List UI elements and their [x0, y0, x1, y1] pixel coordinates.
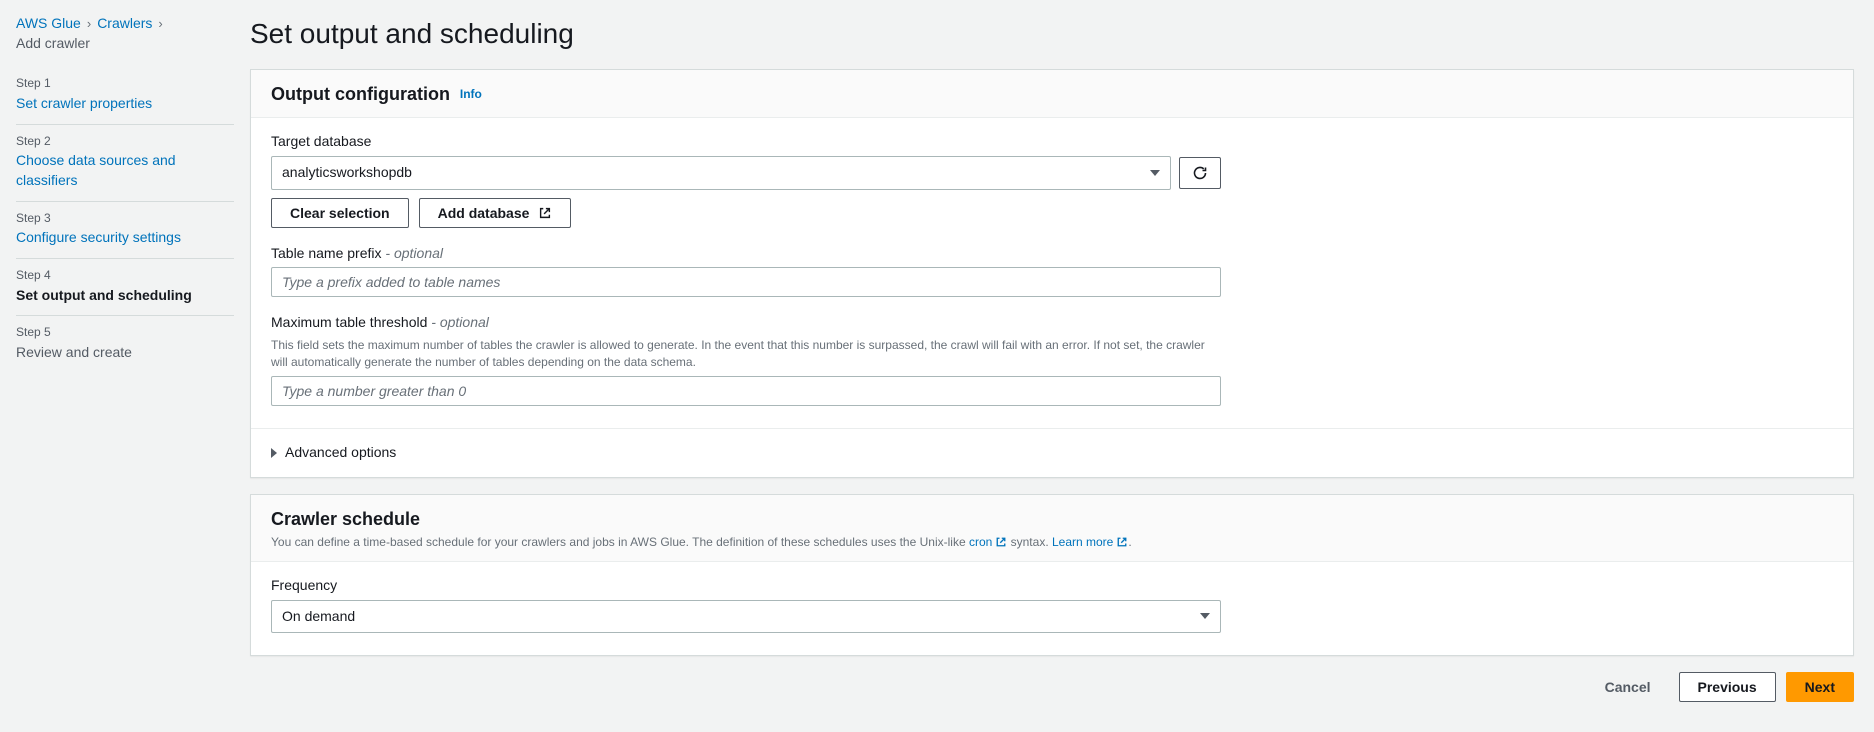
label-max-table-threshold: Maximum table threshold - optional: [271, 313, 1221, 333]
label-target-database: Target database: [271, 132, 1221, 152]
panel-crawler-schedule: Crawler schedule You can define a time-b…: [250, 494, 1854, 656]
wizard-step-2: Step 2 Choose data sources and classifie…: [16, 125, 234, 202]
wizard-footer-actions: Cancel Previous Next: [250, 672, 1854, 702]
learn-more-link[interactable]: Learn more: [1052, 535, 1128, 549]
target-database-select[interactable]: analyticsworkshopdb: [271, 156, 1171, 190]
step-disabled-review: Review and create: [16, 343, 234, 363]
step-link-configure-security[interactable]: Configure security settings: [16, 229, 181, 245]
external-link-icon: [995, 536, 1007, 548]
wizard-step-5: Step 5 Review and create: [16, 316, 234, 372]
breadcrumb-current: Add crawler: [16, 34, 90, 54]
breadcrumb: AWS Glue › Crawlers › Add crawler: [16, 14, 234, 53]
max-table-threshold-input[interactable]: [271, 376, 1221, 406]
step-link-choose-data-sources[interactable]: Choose data sources and classifiers: [16, 152, 176, 188]
breadcrumb-link-crawlers[interactable]: Crawlers: [97, 14, 152, 34]
page-title: Set output and scheduling: [250, 14, 1854, 53]
panel-title-output: Output configuration: [271, 82, 450, 107]
label-frequency: Frequency: [271, 576, 1221, 596]
chevron-right-icon: ›: [81, 15, 97, 33]
clear-selection-button[interactable]: Clear selection: [271, 198, 409, 228]
next-button[interactable]: Next: [1786, 672, 1854, 702]
caret-right-icon: [271, 448, 277, 458]
refresh-button[interactable]: [1179, 157, 1221, 189]
step-current-set-output: Set output and scheduling: [16, 286, 234, 306]
wizard-step-4: Step 4 Set output and scheduling: [16, 259, 234, 316]
desc-max-table-threshold: This field sets the maximum number of ta…: [271, 337, 1221, 371]
step-link-set-crawler-properties[interactable]: Set crawler properties: [16, 95, 152, 111]
table-prefix-input[interactable]: [271, 267, 1221, 297]
external-link-icon: [1116, 536, 1128, 548]
add-database-button[interactable]: Add database: [419, 198, 572, 228]
chevron-right-icon: ›: [152, 15, 168, 33]
cancel-button[interactable]: Cancel: [1587, 672, 1669, 702]
advanced-options-expander[interactable]: Advanced options: [251, 428, 1853, 477]
wizard-step-1: Step 1 Set crawler properties: [16, 67, 234, 124]
refresh-icon: [1192, 165, 1208, 181]
cron-link[interactable]: cron: [969, 535, 1007, 549]
wizard-step-3: Step 3 Configure security settings: [16, 202, 234, 259]
breadcrumb-link-aws-glue[interactable]: AWS Glue: [16, 14, 81, 34]
external-link-icon: [538, 206, 552, 220]
label-table-prefix: Table name prefix - optional: [271, 244, 1221, 264]
info-link[interactable]: Info: [460, 87, 482, 101]
panel-title-schedule: Crawler schedule: [271, 507, 420, 532]
frequency-select[interactable]: On demand: [271, 600, 1221, 634]
panel-output-configuration: Output configuration Info Target databas…: [250, 69, 1854, 478]
desc-crawler-schedule: You can define a time-based schedule for…: [271, 534, 1833, 551]
previous-button[interactable]: Previous: [1679, 672, 1776, 702]
